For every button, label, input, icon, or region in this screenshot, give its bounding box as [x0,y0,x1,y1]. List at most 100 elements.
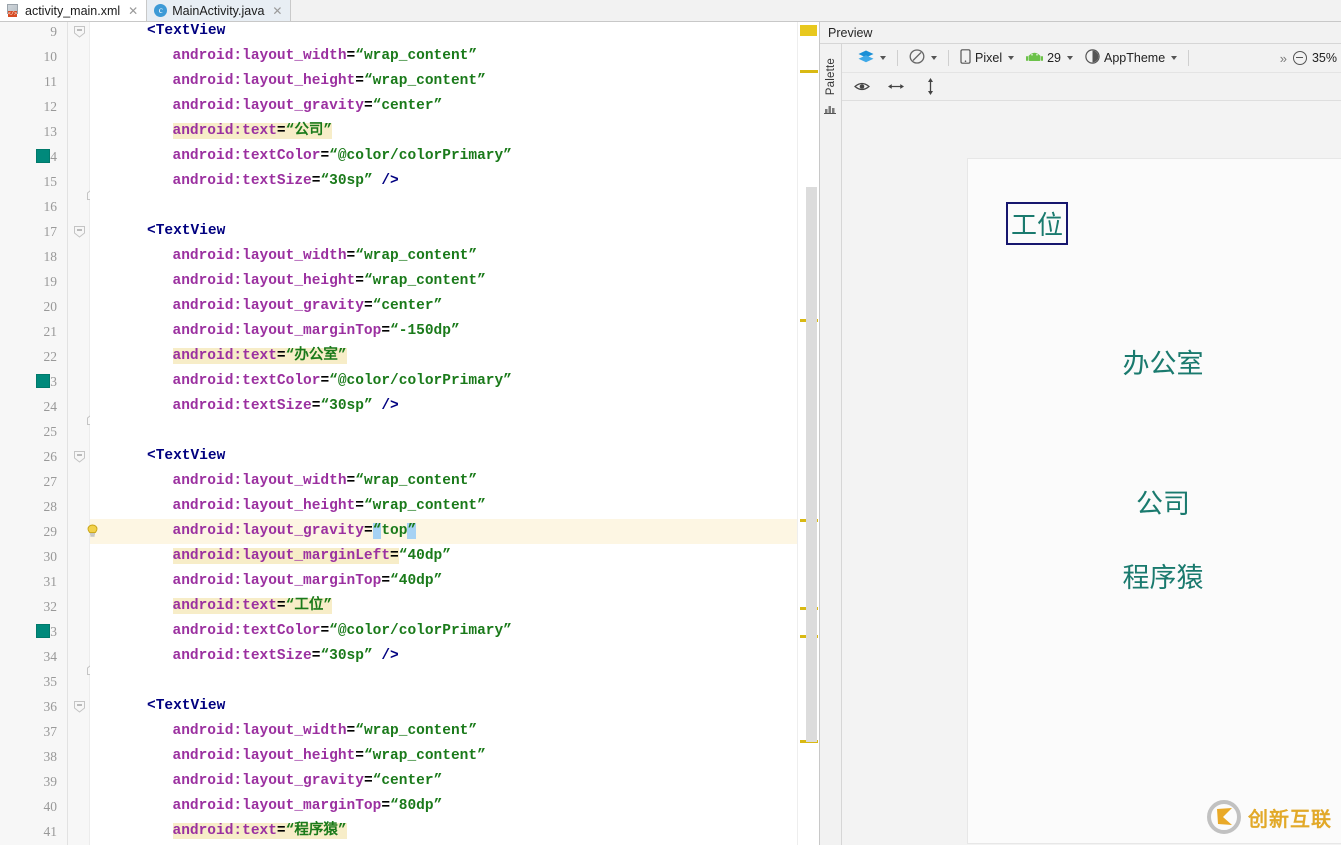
code-line[interactable]: android:layout_marginTop=“80dp” [90,794,819,819]
zoom-out-icon[interactable] [1293,51,1307,65]
eye-visibility-icon[interactable] [854,79,870,95]
watermark-text: 创新互联 [1248,803,1332,832]
editor-markers-scrollbar[interactable] [797,22,819,845]
code-line[interactable]: android:layout_height=“wrap_content” [90,269,819,294]
xml-code-editor[interactable]: 9101112131415161718192021222324252627282… [0,22,819,845]
color-preview-swatch[interactable] [36,149,50,163]
rotate-orientation-icon [909,49,925,67]
code-line[interactable]: android:textColor=“@color/colorPrimary” [90,619,819,644]
orientation-button[interactable] [903,47,943,69]
color-preview-swatch[interactable] [36,624,50,638]
code-line[interactable]: android:layout_gravity=“center” [90,94,819,119]
code-line[interactable]: android:textSize=“30sp” /> [90,394,819,419]
code-line[interactable]: <TextView [90,219,819,244]
line-number: 28 [44,494,58,519]
line-number: 19 [44,269,58,294]
fold-end-icon[interactable] [73,650,86,663]
code-line[interactable]: android:layout_height=“wrap_content” [90,69,819,94]
code-line[interactable]: android:text=“程序猿” [90,819,819,844]
line-number: 17 [44,219,58,244]
api-level-selector[interactable]: 29 [1020,49,1079,67]
overflow-chevrons-icon[interactable]: » [1274,51,1293,66]
preview-textview[interactable]: 公司 [1136,482,1190,521]
line-number: 21 [44,319,58,344]
code-line[interactable]: android:text=“公司” [90,119,819,144]
preview-textview[interactable]: 办公室 [1123,342,1204,381]
fold-end-icon[interactable] [73,400,86,413]
fold-start-icon[interactable] [73,225,86,238]
code-line[interactable]: android:layout_gravity=“center” [90,769,819,794]
code-line[interactable]: android:layout_gravity=“center” [90,294,819,319]
code-line[interactable]: android:textSize=“30sp” /> [90,644,819,669]
code-line[interactable] [90,419,819,444]
fold-start-icon[interactable] [73,700,86,713]
change-marker[interactable] [800,25,817,36]
tab-label: activity_main.xml [25,4,120,18]
preview-canvas[interactable]: 工位办公室公司程序猿 创新互联 [842,101,1341,845]
code-line[interactable]: android:text=“工位” [90,594,819,619]
line-number: 26 [44,444,58,469]
code-line[interactable]: android:textSize=“30sp” /> [90,169,819,194]
arrow-horizontal-icon[interactable] [888,79,904,95]
line-number: 10 [44,44,58,69]
arrow-vertical-icon[interactable] [922,79,938,95]
code-line[interactable]: android:layout_marginTop=“40dp” [90,569,819,594]
line-number: 38 [44,744,58,769]
code-line[interactable]: android:layout_marginTop=“-150dp” [90,319,819,344]
change-marker[interactable] [800,70,818,73]
close-icon[interactable]: ✕ [272,5,282,17]
line-number: 24 [44,394,58,419]
toolbar-divider [897,50,898,66]
preview-title-bar: Preview [820,22,1341,44]
line-number: 37 [44,719,58,744]
theme-label: AppTheme [1104,51,1165,65]
palette-tool-rail[interactable]: Palette [820,44,842,845]
device-screen[interactable]: 工位办公室公司程序猿 [968,159,1341,843]
phone-icon [960,49,971,67]
intention-bulb-icon[interactable] [86,524,99,538]
code-line[interactable]: android:textColor=“@color/colorPrimary” [90,144,819,169]
code-line[interactable] [90,194,819,219]
code-line[interactable]: <TextView [90,444,819,469]
preview-textview[interactable]: 工位 [1006,202,1068,245]
code-line[interactable]: android:layout_height=“wrap_content” [90,744,819,769]
component-tree-icon[interactable] [824,101,837,112]
code-line[interactable]: android:layout_width=“wrap_content” [90,719,819,744]
code-line[interactable]: android:layout_marginLeft=“40dp” [90,544,819,569]
preview-textview[interactable]: 程序猿 [1123,556,1204,595]
code-line[interactable]: android:layout_width=“wrap_content” [90,469,819,494]
code-line[interactable]: android:layout_width=“wrap_content” [90,244,819,269]
code-folding-column[interactable] [68,22,90,845]
code-line[interactable]: <TextView [90,694,819,719]
close-icon[interactable]: ✕ [128,5,138,17]
theme-selector[interactable]: AppTheme [1079,47,1183,69]
design-mode-button[interactable] [852,48,892,69]
editor-scrollbar-thumb[interactable] [806,187,817,742]
code-line[interactable]: android:layout_height=“wrap_content” [90,494,819,519]
device-selector[interactable]: Pixel [954,47,1020,69]
workspace: 9101112131415161718192021222324252627282… [0,22,1341,845]
editor-gutter[interactable]: 9101112131415161718192021222324252627282… [0,22,68,845]
fold-start-icon[interactable] [73,450,86,463]
line-number: 18 [44,244,58,269]
watermark: 创新互联 [1205,795,1333,839]
code-line[interactable]: android:text=“办公室” [90,344,819,369]
line-number: 31 [44,569,58,594]
fold-start-icon[interactable] [73,25,86,38]
code-line[interactable]: <TextView [90,22,819,44]
line-number: 25 [44,419,58,444]
line-number: 35 [44,669,58,694]
toolbar-divider [948,50,949,66]
xml-file-icon: </> [7,4,20,17]
code-line[interactable]: android:textColor=“@color/colorPrimary” [90,369,819,394]
theme-contrast-icon [1085,49,1100,67]
color-preview-swatch[interactable] [36,374,50,388]
code-line[interactable]: android:layout_gravity=“top” [90,519,819,544]
chevron-down-icon [1008,56,1014,60]
tab-mainactivity-java[interactable]: c MainActivity.java ✕ [147,0,291,21]
code-text-area[interactable]: <TextViewandroid:layout_width=“wrap_cont… [90,22,819,845]
tab-activity-main-xml[interactable]: </> activity_main.xml ✕ [0,0,147,21]
code-line[interactable]: android:layout_width=“wrap_content” [90,44,819,69]
fold-end-icon[interactable] [73,175,86,188]
code-line[interactable] [90,669,819,694]
